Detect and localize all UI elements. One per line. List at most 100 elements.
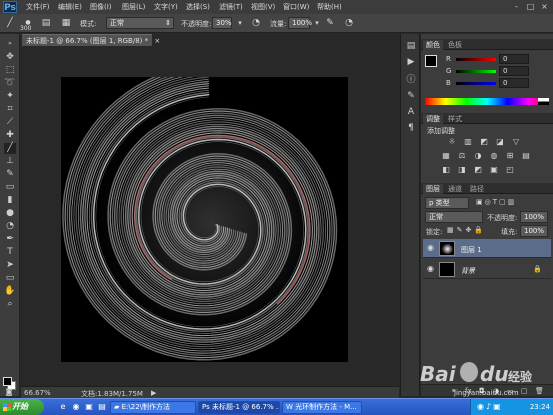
layer-opacity-field[interactable]: 100% bbox=[520, 211, 548, 223]
ie-icon[interactable]: e bbox=[58, 402, 68, 412]
menu-help[interactable]: 帮助(H) bbox=[317, 2, 342, 12]
brightness-contrast-icon[interactable]: ☼ bbox=[447, 137, 457, 147]
vibrance-icon[interactable]: ▽ bbox=[511, 137, 521, 147]
history-brush-tool-icon[interactable]: ✎ bbox=[4, 169, 16, 180]
brush-tool-icon[interactable]: ╱ bbox=[4, 17, 16, 29]
color-panel-foreground-swatch[interactable] bbox=[425, 55, 437, 67]
fill-field[interactable]: 100% bbox=[520, 225, 548, 237]
crop-tool-icon[interactable]: ⌗ bbox=[4, 104, 16, 115]
hand-tool-icon[interactable]: ✋ bbox=[4, 286, 16, 297]
show-desktop-icon[interactable]: ▣ bbox=[84, 402, 94, 412]
blue-value-field[interactable]: 0 bbox=[499, 78, 529, 88]
path-select-tool-icon[interactable]: ➤ bbox=[4, 260, 16, 271]
layer-name[interactable]: 背景 bbox=[461, 266, 475, 276]
shape-tool-icon[interactable]: ▭ bbox=[4, 273, 16, 284]
history-panel-icon[interactable]: ▤ bbox=[405, 40, 417, 52]
tray-icons[interactable]: ◉♪▣ bbox=[477, 402, 503, 411]
menu-select[interactable]: 选择(S) bbox=[186, 2, 210, 12]
pen-tool-icon[interactable]: ✒ bbox=[4, 234, 16, 245]
eye-icon[interactable]: ◉ bbox=[426, 264, 435, 273]
blend-mode-select[interactable]: 正常 bbox=[425, 211, 483, 223]
document-tab[interactable]: 未标题-1 @ 66.7% (图层 1, RGB/8) * × bbox=[22, 34, 152, 46]
dropdown-arrow-icon[interactable]: ▾ bbox=[311, 17, 323, 29]
invert-icon[interactable]: ◧ bbox=[441, 165, 451, 175]
menu-layer[interactable]: 图层(L) bbox=[122, 2, 145, 12]
opacity-field[interactable]: 30% bbox=[212, 17, 232, 29]
brush-presets-icon[interactable]: ✎ bbox=[405, 90, 417, 102]
tab-styles[interactable]: 样式 bbox=[445, 114, 465, 124]
clone-source-icon[interactable]: ▦ bbox=[60, 17, 72, 29]
lasso-tool-icon[interactable]: ➰ bbox=[4, 78, 16, 89]
maximize-button[interactable]: □ bbox=[525, 2, 536, 12]
layer-kind-filter[interactable]: p 类型 bbox=[425, 197, 469, 209]
eye-icon[interactable]: ◉ bbox=[426, 243, 435, 252]
pressure-opacity-icon[interactable]: ◔ bbox=[250, 17, 262, 29]
tab-paths[interactable]: 路径 bbox=[467, 184, 487, 194]
eraser-tool-icon[interactable]: ▭ bbox=[4, 182, 16, 193]
black-white-swatch[interactable] bbox=[538, 98, 549, 105]
layer-row[interactable]: ◉ 图层 1 bbox=[423, 239, 551, 258]
color-balance-icon[interactable]: ⚖ bbox=[457, 151, 467, 161]
clone-stamp-tool-icon[interactable]: ⊥ bbox=[4, 156, 16, 167]
paragraph-panel-icon[interactable]: ¶ bbox=[405, 122, 417, 134]
airbrush-icon[interactable]: ✎ bbox=[324, 17, 336, 29]
menu-view[interactable]: 视图(V) bbox=[251, 2, 275, 12]
document-canvas[interactable] bbox=[61, 77, 348, 362]
clock[interactable]: 23:24 bbox=[530, 403, 550, 411]
menu-filter[interactable]: 滤镜(T) bbox=[219, 2, 243, 12]
posterize-icon[interactable]: ◨ bbox=[457, 165, 467, 175]
type-tool-icon[interactable]: T bbox=[4, 247, 16, 258]
color-lookup-icon[interactable]: ▤ bbox=[521, 151, 531, 161]
layer-filter-icons[interactable]: ▣◎T▢▥ bbox=[476, 198, 516, 206]
menu-image[interactable]: 图像(I) bbox=[90, 2, 112, 12]
info-panel-icon[interactable]: ⓘ bbox=[405, 74, 417, 86]
collapse-arrows-icon[interactable]: » bbox=[4, 38, 16, 49]
close-window-button[interactable]: × bbox=[539, 2, 550, 12]
blur-tool-icon[interactable]: ● bbox=[4, 208, 16, 219]
zoom-tool-icon[interactable]: ⌕ bbox=[4, 299, 16, 310]
curves-icon[interactable]: ◩ bbox=[479, 137, 489, 147]
channel-mixer-icon[interactable]: ⊞ bbox=[505, 151, 515, 161]
tab-swatches[interactable]: 色板 bbox=[445, 40, 465, 50]
layer-row[interactable]: ◉ 背景 🔒 bbox=[423, 260, 551, 279]
color-spectrum-bar[interactable] bbox=[425, 98, 549, 105]
tab-color[interactable]: 颜色 bbox=[423, 40, 443, 50]
taskbar-item-word[interactable]: W 光环制作方法 - M... bbox=[282, 401, 362, 414]
threshold-icon[interactable]: ◩ bbox=[473, 165, 483, 175]
brush-panel-icon[interactable]: ▤ bbox=[40, 17, 52, 29]
start-button[interactable]: 开始 bbox=[0, 399, 44, 415]
taskbar-item-photoshop[interactable]: Ps 未标题-1 @ 66.7% ... bbox=[198, 401, 280, 414]
media-player-icon[interactable]: ◉ bbox=[71, 402, 81, 412]
tab-adjustments[interactable]: 调整 bbox=[423, 114, 443, 124]
photo-filter-icon[interactable]: ◍ bbox=[489, 151, 499, 161]
selective-color-icon[interactable]: ▣ bbox=[489, 165, 499, 175]
levels-icon[interactable]: ▥ bbox=[463, 137, 473, 147]
zoom-level[interactable]: 66.67% bbox=[24, 389, 51, 397]
gradient-map-icon[interactable]: ◰ bbox=[505, 165, 515, 175]
foreground-color-swatch[interactable] bbox=[3, 377, 12, 386]
quick-mask-icon[interactable]: ◙ bbox=[3, 387, 15, 398]
hue-saturation-icon[interactable]: ▦ bbox=[441, 151, 451, 161]
status-menu-arrow-icon[interactable]: ▶ bbox=[151, 389, 156, 397]
mode-select[interactable]: 正常 ⇕ bbox=[106, 17, 174, 29]
lock-icons[interactable]: ▦✎✥🔒 bbox=[447, 226, 486, 234]
dodge-tool-icon[interactable]: ◔ bbox=[4, 221, 16, 232]
menu-edit[interactable]: 编辑(E) bbox=[58, 2, 82, 12]
tab-layers[interactable]: 图层 bbox=[423, 184, 443, 194]
minimize-button[interactable]: - bbox=[511, 2, 522, 12]
actions-panel-icon[interactable]: ▶ bbox=[405, 56, 417, 68]
taskbar-item-folder[interactable]: ▰ E:\22\制作方法 bbox=[110, 401, 196, 414]
close-tab-icon[interactable]: × bbox=[154, 37, 160, 45]
green-slider[interactable] bbox=[456, 70, 496, 73]
brush-tool-icon[interactable]: ╱ bbox=[4, 143, 16, 154]
dropdown-arrow-icon[interactable]: ▾ bbox=[234, 17, 246, 29]
move-tool-icon[interactable]: ✥ bbox=[4, 52, 16, 63]
marquee-tool-icon[interactable]: ⬚ bbox=[4, 65, 16, 76]
red-slider[interactable] bbox=[456, 58, 496, 61]
eyedropper-tool-icon[interactable]: ⟋ bbox=[4, 117, 16, 128]
black-white-icon[interactable]: ◑ bbox=[473, 151, 483, 161]
menu-type[interactable]: 文字(Y) bbox=[154, 2, 178, 12]
pressure-size-icon[interactable]: ◔ bbox=[343, 17, 355, 29]
healing-brush-tool-icon[interactable]: ✚ bbox=[4, 130, 16, 141]
green-value-field[interactable]: 0 bbox=[499, 66, 529, 76]
